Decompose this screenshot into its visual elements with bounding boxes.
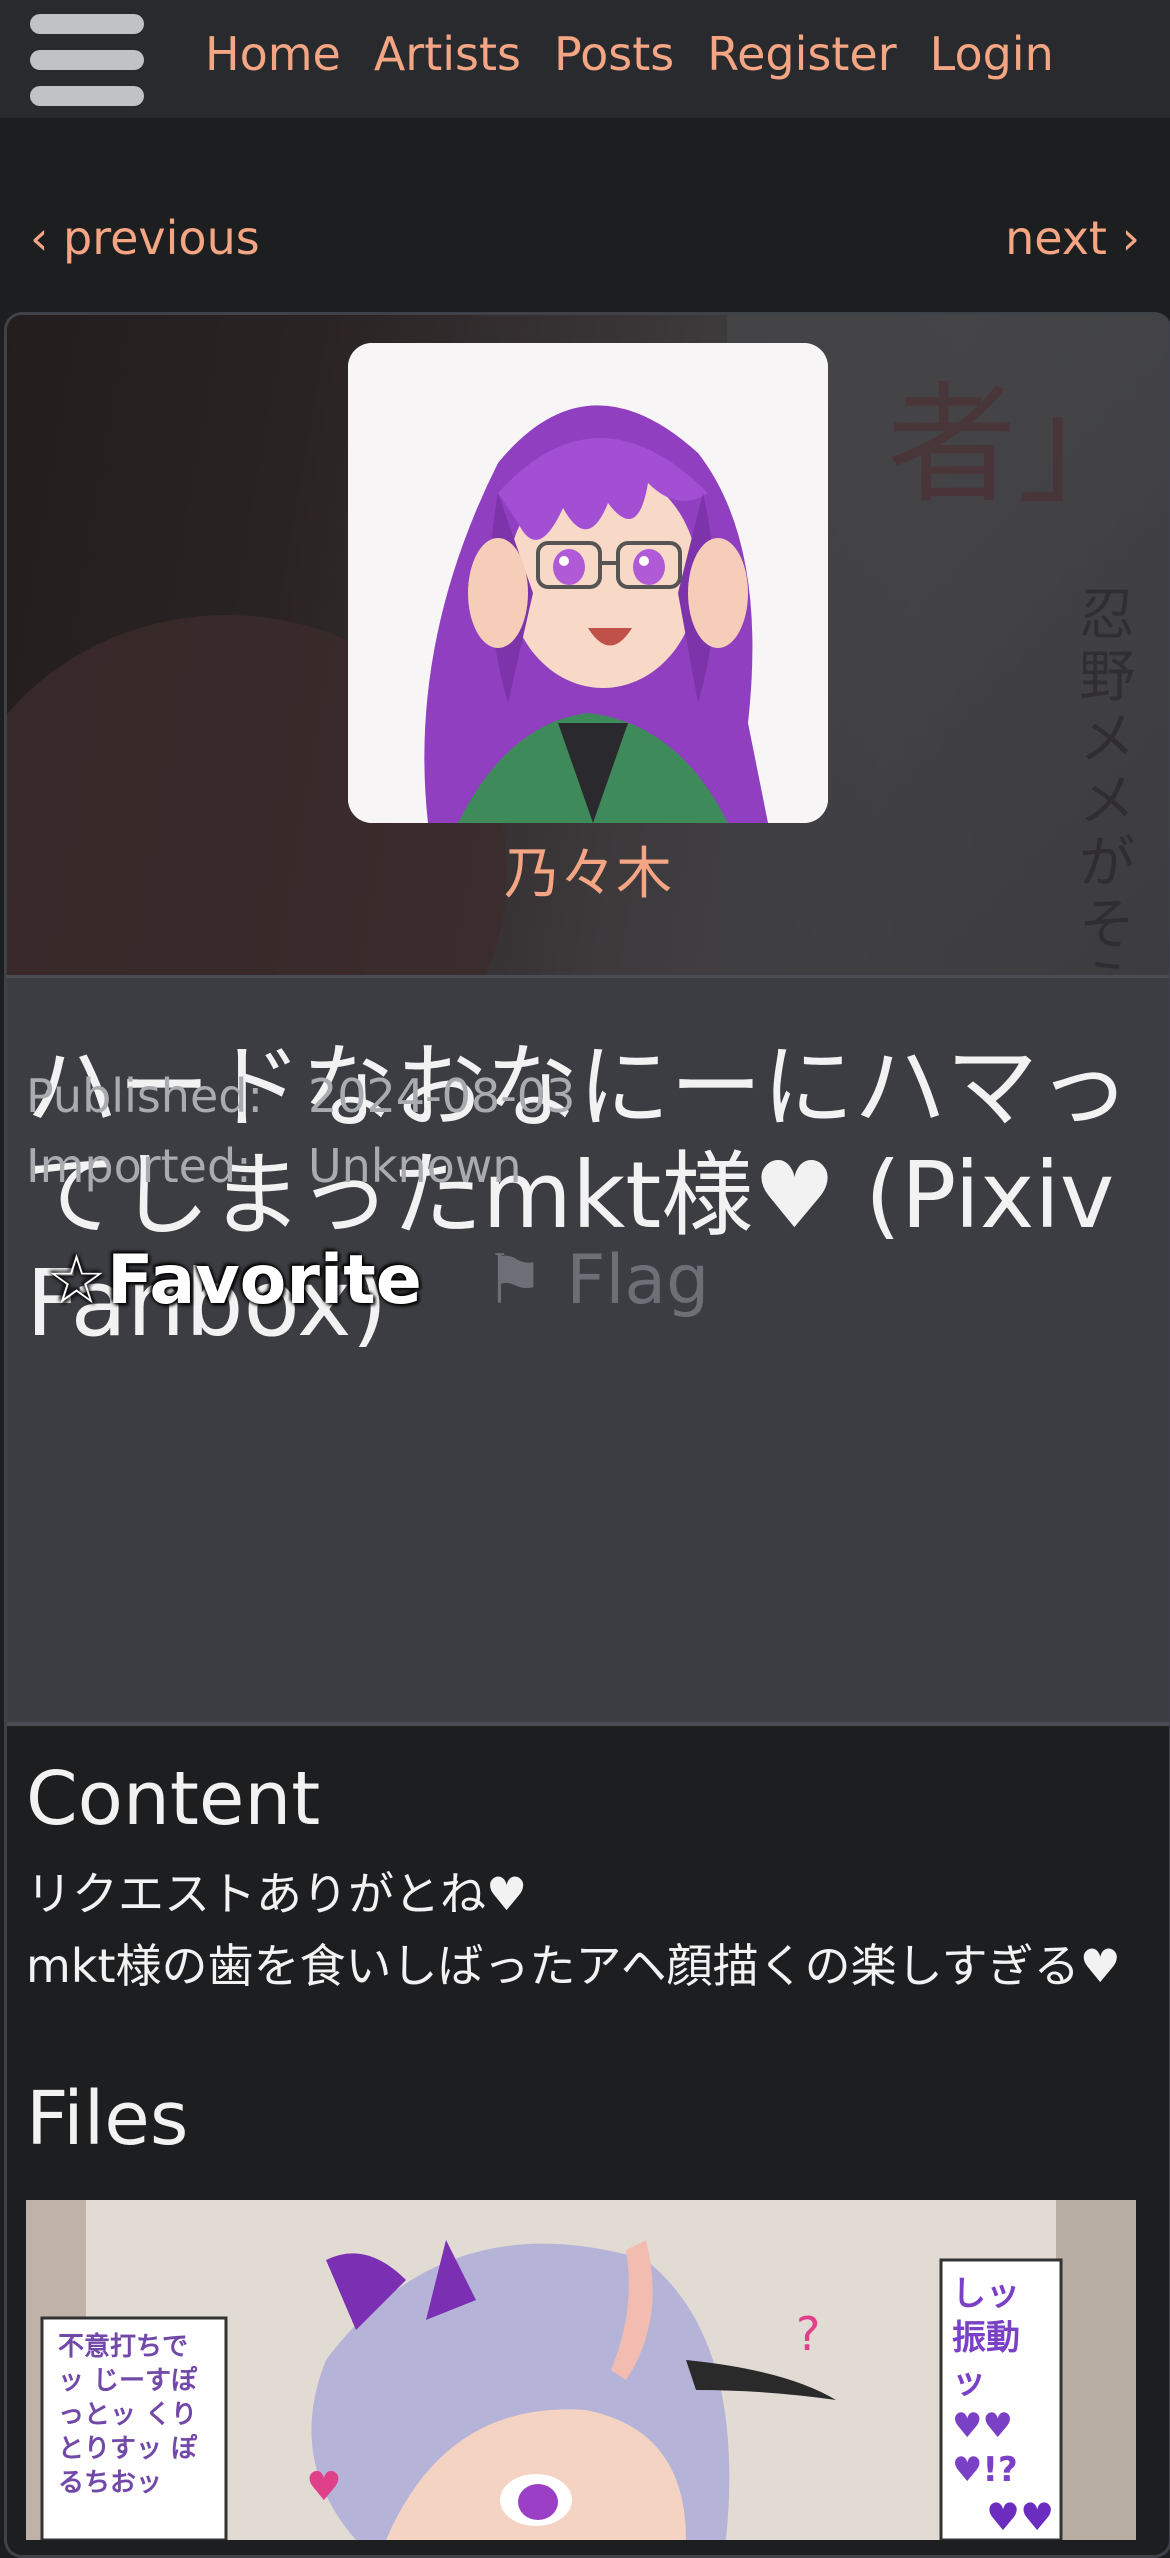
- artist-name-link[interactable]: 乃々木: [7, 835, 1169, 915]
- published-row: Published: 2024-08-03: [26, 1066, 575, 1126]
- svg-text:♥♥: ♥♥: [986, 2495, 1054, 2539]
- artist-avatar[interactable]: [348, 343, 828, 823]
- svg-text:♥: ♥: [306, 2464, 342, 2510]
- artist-avatar-illustration: [348, 343, 828, 823]
- file-image-right-caption: しッ 振動ッ ♥♥ ♥!?: [952, 2274, 1020, 2490]
- content-heading: Content: [26, 1756, 321, 1842]
- nav-link-login[interactable]: Login: [930, 24, 1054, 84]
- nav-link-register[interactable]: Register: [707, 24, 896, 84]
- favorite-button[interactable]: ☆Favorite: [46, 1236, 422, 1326]
- published-date: 2024-08-03: [308, 1069, 576, 1123]
- previous-post-link[interactable]: ‹ previous: [30, 208, 260, 268]
- file-image-left-caption: 不意打ちでッ じーすぽっとッ くりとりすッ ぽるちおッ: [58, 2332, 198, 2498]
- svg-text:?: ?: [796, 2307, 820, 2361]
- next-post-link[interactable]: next ›: [1005, 208, 1140, 268]
- imported-date: Unknown: [308, 1139, 522, 1193]
- nav-link-artists[interactable]: Artists: [374, 24, 521, 84]
- imported-label: Imported:: [26, 1139, 252, 1193]
- post-actions: ☆Favorite ⚑ Flag: [46, 1236, 709, 1326]
- flag-button[interactable]: ⚑ Flag: [484, 1236, 709, 1326]
- nav-link-home[interactable]: Home: [205, 24, 341, 84]
- top-navbar: Home Artists Posts Register Login: [0, 0, 1170, 118]
- nav-link-posts[interactable]: Posts: [554, 24, 674, 84]
- hamburger-menu-icon[interactable]: [30, 14, 144, 108]
- content-line: mkt様の歯を食いしばったアヘ顔描くの楽しすぎる♥: [26, 1939, 1121, 1993]
- post-file-image[interactable]: ? ♥ ♥♥ 不意打ちでッ じーすぽっとッ くりとりすッ ぽるちおッ しッ 振動…: [26, 2200, 1136, 2540]
- imported-row: Imported: Unknown: [26, 1136, 522, 1196]
- post-content-body: リクエストありがとね♥ mkt様の歯を食いしばったアヘ顔描くの楽しすぎる♥: [26, 1858, 1146, 2002]
- artist-banner: 者」 忍野メメがそうい: [7, 315, 1169, 975]
- files-heading: Files: [26, 2076, 189, 2162]
- nav-links: Home Artists Posts Register Login: [205, 24, 1054, 84]
- published-label: Published:: [26, 1069, 263, 1123]
- content-line: リクエストありがとね♥: [26, 1867, 528, 1921]
